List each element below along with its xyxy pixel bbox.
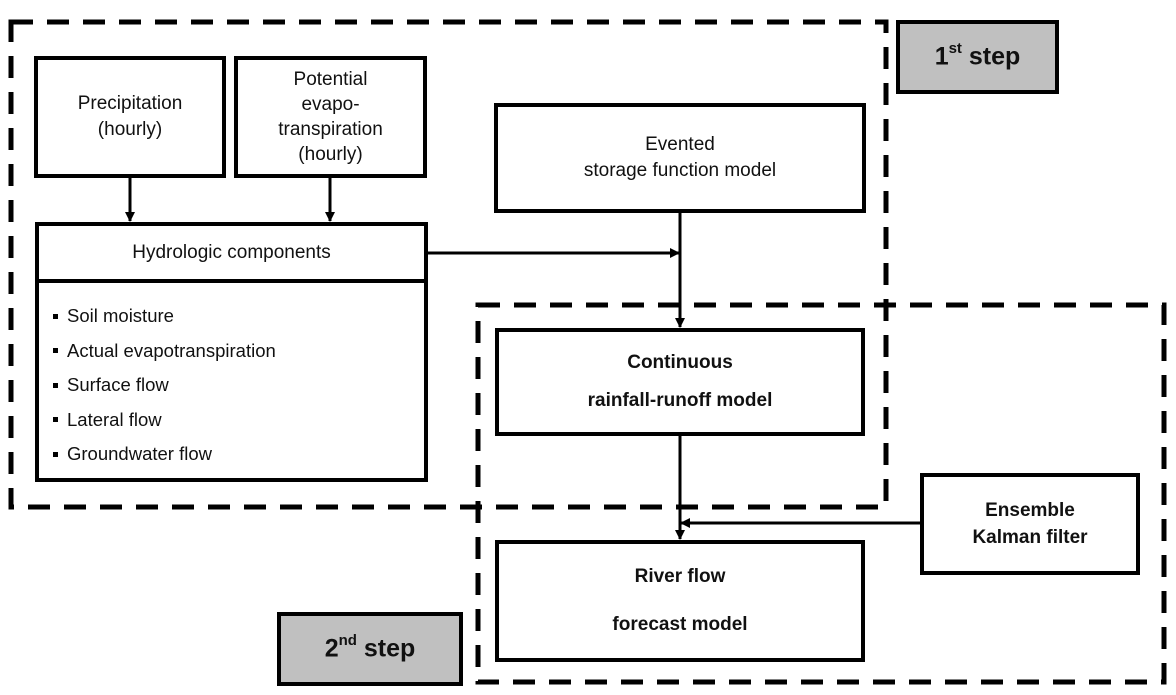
connector-arrows [125, 178, 920, 540]
